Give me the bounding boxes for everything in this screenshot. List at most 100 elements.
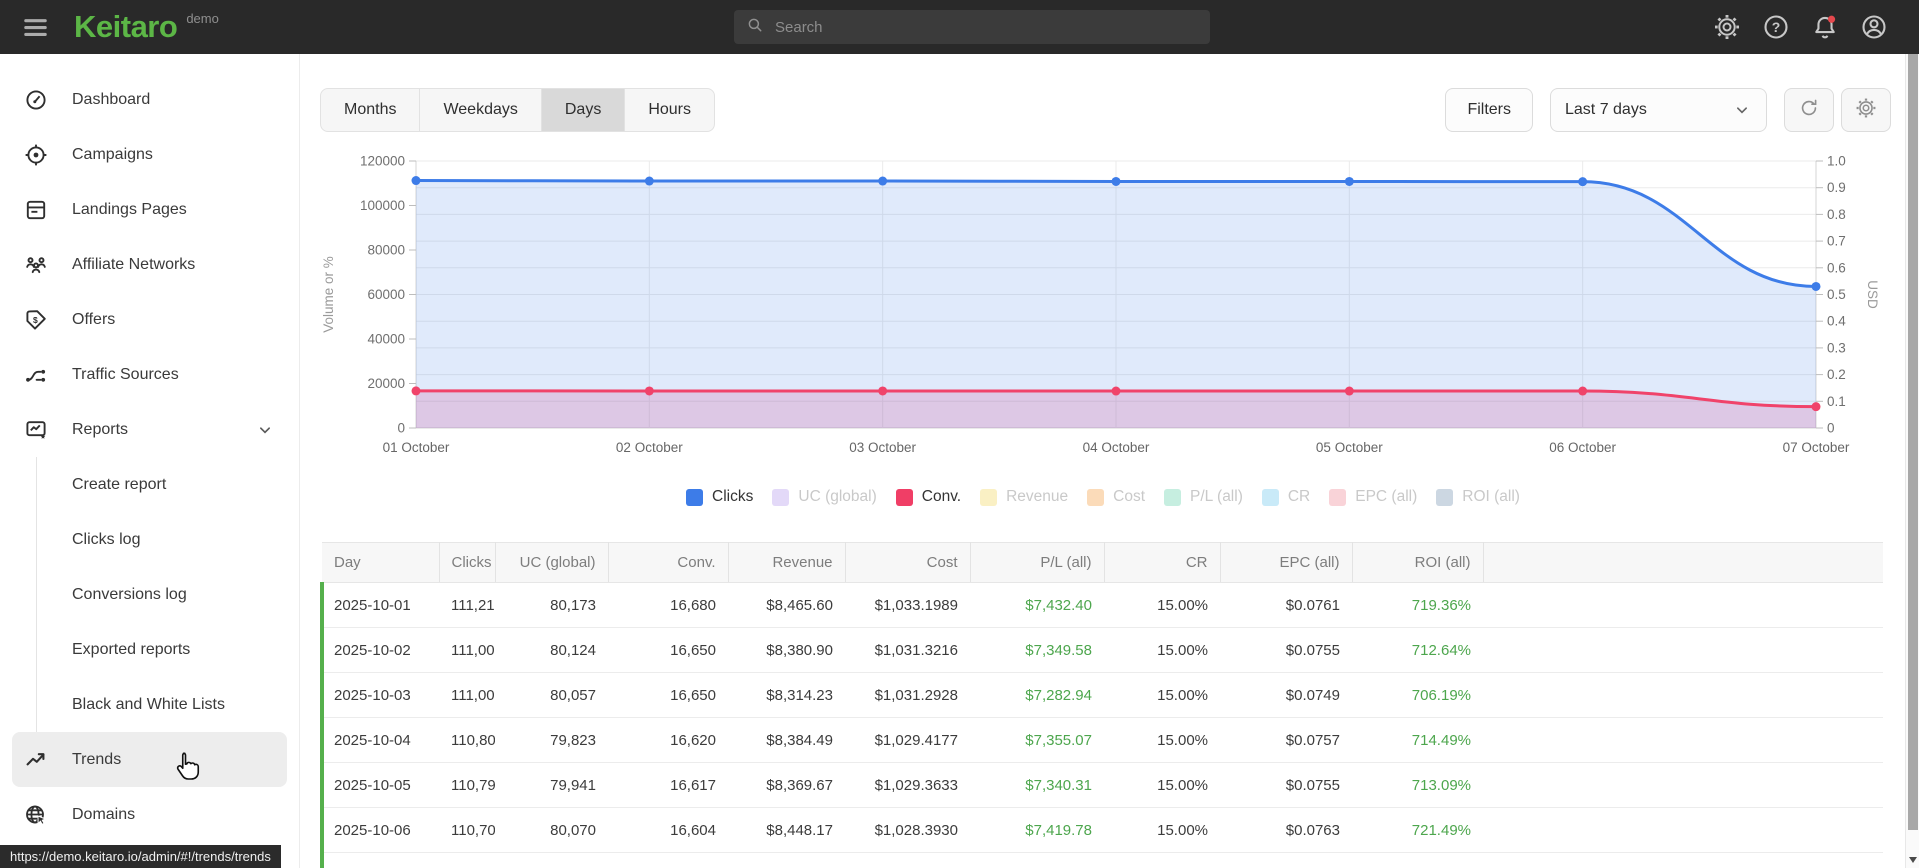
sidebar-item-landings-pages[interactable]: Landings Pages — [0, 182, 299, 237]
tab-months[interactable]: Months — [321, 89, 421, 131]
table-cell: 2025-10-04 — [322, 717, 439, 763]
filters-button[interactable]: Filters — [1445, 88, 1533, 132]
affiliate-networks-icon — [24, 253, 48, 277]
column-header-conv[interactable]: Conv. — [608, 542, 729, 583]
svg-text:0.8: 0.8 — [1827, 207, 1846, 222]
sidebar-item-label: Trends — [72, 750, 122, 768]
table-row: 2025-10-01 111,21 80,173 16,680 $8,465.60 $1,… — [322, 582, 1883, 628]
table-row: 2025-10-03 111,00 80,057 16,650 $8,314.23 $1,… — [322, 672, 1883, 718]
table-cell: 16,650 — [608, 672, 728, 718]
legend-item-uc-global[interactable]: UC (global) — [772, 488, 877, 506]
svg-text:01 October: 01 October — [383, 440, 450, 455]
table-cell: 706.19% — [1352, 672, 1483, 718]
sidebar-subitem-black-and-white-lists[interactable]: Black and White Lists — [37, 677, 299, 732]
table-cell: $8,448.17 — [728, 807, 845, 853]
table-cell: $1,033.1989 — [845, 582, 970, 628]
svg-text:02 October: 02 October — [616, 440, 683, 455]
svg-text:04 October: 04 October — [1083, 440, 1150, 455]
table-cell: $7,419.78 — [970, 807, 1104, 853]
table-cell: $8,384.49 — [728, 717, 845, 763]
column-header-uc-global[interactable]: UC (global) — [495, 542, 609, 583]
settings-button[interactable] — [1713, 13, 1741, 41]
column-header-clicks[interactable]: Clicks — [439, 542, 496, 583]
legend-item-conv[interactable]: Conv. — [895, 488, 961, 506]
table-cell: 110,79 — [439, 762, 495, 808]
svg-text:0.1: 0.1 — [1827, 394, 1846, 409]
sidebar-subitem-clicks-log[interactable]: Clicks log — [37, 512, 299, 567]
legend-item-roi-all[interactable]: ROI (all) — [1436, 488, 1520, 506]
table-cell: $149.0742 — [845, 852, 970, 868]
chart-settings-icon — [1855, 97, 1877, 124]
global-search[interactable] — [734, 10, 1210, 44]
svg-text:20000: 20000 — [367, 376, 405, 391]
legend-label: UC (global) — [798, 488, 877, 505]
scrollbar-down-arrow-icon[interactable] — [1909, 857, 1917, 863]
legend-item-p-l-all[interactable]: P/L (all) — [1164, 488, 1243, 506]
column-header-cr[interactable]: CR — [1104, 542, 1221, 583]
date-range-select[interactable]: Last 7 days — [1550, 88, 1767, 132]
legend-item-cost[interactable]: Cost — [1087, 488, 1145, 506]
chart-settings-button[interactable] — [1841, 88, 1891, 132]
svg-text:120000: 120000 — [360, 154, 405, 169]
notifications-button[interactable] — [1811, 13, 1839, 41]
sidebar-subitem-conversions-log[interactable]: Conversions log — [37, 567, 299, 622]
svg-text:0: 0 — [397, 421, 405, 436]
search-input[interactable] — [775, 18, 1198, 36]
sidebar-item-affiliate-networks[interactable]: Affiliate Networks — [0, 237, 299, 292]
column-header-day[interactable]: Day — [322, 542, 440, 583]
table-cell: 16,620 — [608, 717, 728, 763]
table-cell-filler — [1483, 807, 1883, 853]
column-header-revenue[interactable]: Revenue — [728, 542, 846, 583]
sidebar-item-traffic-sources[interactable]: Traffic Sources — [0, 347, 299, 402]
sidebar-item-domains[interactable]: Domains — [0, 787, 299, 842]
legend-swatch — [1329, 488, 1347, 506]
table-cell: $0.0761 — [1220, 582, 1352, 628]
table-cell: $7,355.07 — [970, 717, 1104, 763]
legend-item-cr[interactable]: CR — [1261, 488, 1310, 506]
tab-hours[interactable]: Hours — [625, 89, 714, 131]
sidebar-item-offers[interactable]: $ Offers — [0, 292, 299, 347]
svg-text:0: 0 — [1827, 421, 1835, 436]
keitaro-logo[interactable]: Keitaro — [74, 9, 178, 45]
table-cell: 15.00% — [1104, 762, 1220, 808]
help-button[interactable]: ? — [1762, 13, 1790, 41]
sidebar-subitem-create-report[interactable]: Create report — [37, 457, 299, 512]
table-cell: 2025-10-02 — [322, 627, 439, 673]
table-cell: 111,21 — [439, 582, 495, 628]
table-cell: 713.09% — [1352, 762, 1483, 808]
sidebar-item-reports[interactable]: Reports — [0, 402, 299, 457]
table-cell: $8,369.67 — [728, 762, 845, 808]
sidebar-subitem-exported-reports[interactable]: Exported reports — [37, 622, 299, 677]
table-cell-filler — [1483, 762, 1883, 808]
sidebar-item-campaigns[interactable]: Campaigns — [0, 127, 299, 182]
table-cell-filler — [1483, 717, 1883, 763]
column-header-epc-all[interactable]: EPC (all) — [1220, 542, 1353, 583]
legend-item-epc-all[interactable]: EPC (all) — [1329, 488, 1417, 506]
table-row: 2025-10-04 110,80 79,823 16,620 $8,384.49 $1,… — [322, 717, 1883, 763]
table-cell: 80,057 — [495, 672, 608, 718]
hamburger-menu-button[interactable] — [14, 6, 56, 48]
table-cell: 15.00% — [1104, 807, 1220, 853]
legend-swatch — [1436, 488, 1454, 506]
account-button[interactable] — [1860, 13, 1888, 41]
sidebar-item-label: Reports — [72, 420, 129, 438]
column-header-p-l-all[interactable]: P/L (all) — [970, 542, 1105, 583]
legend-item-clicks[interactable]: Clicks — [686, 488, 753, 506]
legend-item-revenue[interactable]: Revenue — [980, 488, 1068, 506]
status-bar-url: https://demo.keitaro.io/admin/#!/trends/… — [0, 845, 281, 868]
sidebar-item-trends[interactable]: Trends — [12, 732, 287, 787]
trends-chart[interactable]: 0 20000 40000 60000 80000 100000 120000 0 0.1 0.2… — [301, 140, 1905, 470]
column-header-roi-all[interactable]: ROI (all) — [1352, 542, 1484, 583]
table-cell: 15.00% — [1104, 852, 1220, 868]
scrollbar-thumb[interactable] — [1908, 54, 1918, 830]
tab-weekdays[interactable]: Weekdays — [420, 89, 542, 131]
refresh-button[interactable] — [1784, 88, 1834, 132]
tab-days[interactable]: Days — [541, 89, 626, 131]
legend-label: Revenue — [1006, 488, 1069, 505]
column-header-cost[interactable]: Cost — [845, 542, 971, 583]
svg-text:07 October: 07 October — [1783, 440, 1850, 455]
trends-table: Day Clicks UC (global) Conv. Revenue Cost P/L … — [320, 542, 1883, 868]
sidebar-item-dashboard[interactable]: Dashboard — [0, 72, 299, 127]
svg-text:1.0: 1.0 — [1827, 154, 1846, 169]
table-cell-filler — [1483, 627, 1883, 673]
